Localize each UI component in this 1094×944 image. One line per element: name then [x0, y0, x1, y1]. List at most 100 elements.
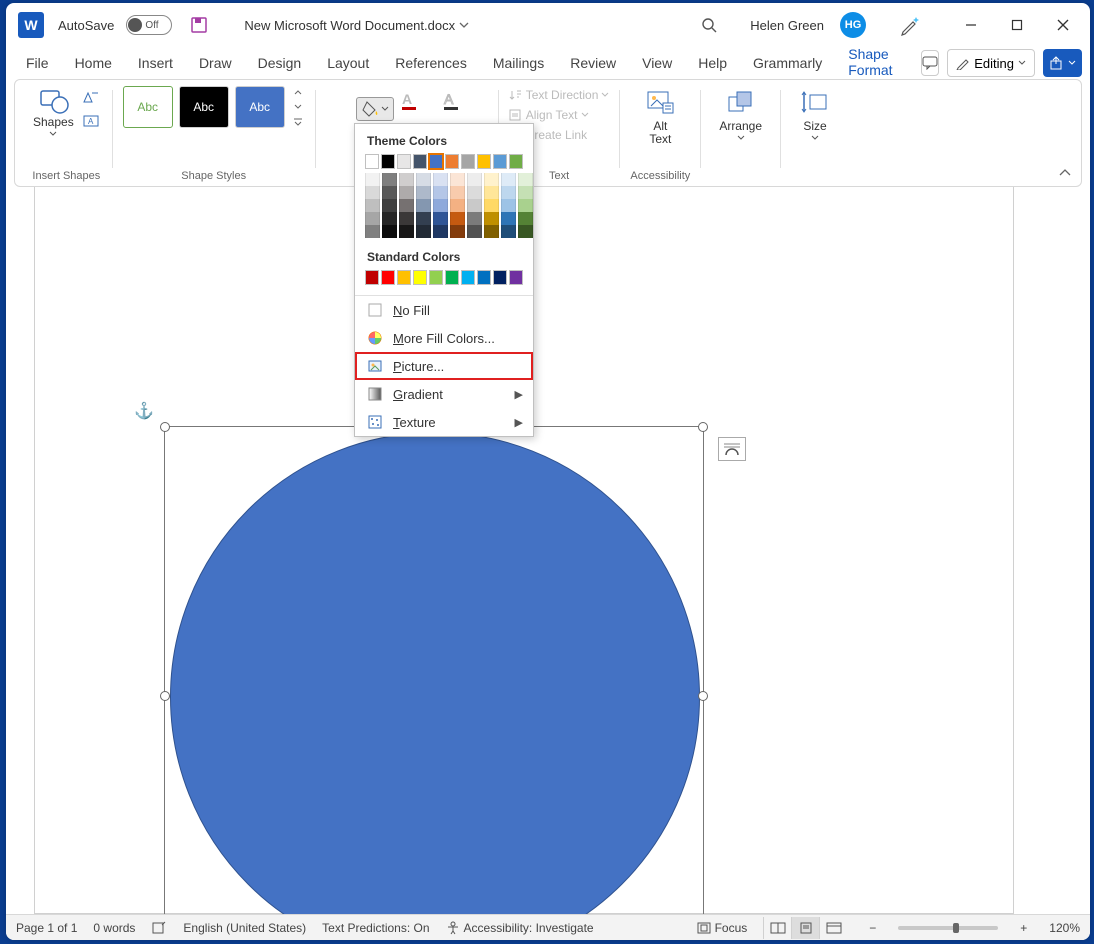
theme-color-swatch[interactable]: [416, 173, 431, 186]
theme-color-swatch[interactable]: [365, 199, 380, 212]
minimize-button[interactable]: [948, 5, 994, 45]
tab-view[interactable]: View: [630, 49, 684, 77]
editing-mode-button[interactable]: Editing: [947, 49, 1035, 77]
alt-text-button[interactable]: Alt Text: [636, 86, 684, 146]
theme-color-swatch[interactable]: [450, 173, 465, 186]
theme-color-swatch[interactable]: [399, 186, 414, 199]
theme-color-swatch[interactable]: [382, 186, 397, 199]
theme-color-swatch[interactable]: [467, 212, 482, 225]
document-canvas[interactable]: ⚓: [6, 187, 1090, 914]
standard-color-swatch[interactable]: [509, 270, 523, 285]
theme-color-swatch[interactable]: [382, 173, 397, 186]
shape-fill-button[interactable]: [356, 97, 394, 121]
tab-home[interactable]: Home: [63, 49, 124, 77]
theme-color-swatch[interactable]: [416, 225, 431, 238]
anchor-icon[interactable]: ⚓: [134, 401, 154, 421]
word-count[interactable]: 0 words: [93, 921, 135, 935]
shape-selection[interactable]: [164, 426, 704, 914]
theme-color-swatch[interactable]: [433, 212, 448, 225]
theme-color-swatch[interactable]: [467, 186, 482, 199]
theme-color-swatch[interactable]: [445, 154, 459, 169]
document-title[interactable]: New Microsoft Word Document.docx: [244, 18, 469, 33]
theme-color-swatch[interactable]: [467, 199, 482, 212]
theme-color-swatch[interactable]: [501, 212, 516, 225]
print-layout-button[interactable]: [791, 917, 819, 939]
tab-help[interactable]: Help: [686, 49, 739, 77]
theme-color-swatch[interactable]: [416, 186, 431, 199]
maximize-button[interactable]: [994, 5, 1040, 45]
standard-color-swatch[interactable]: [413, 270, 427, 285]
theme-color-swatch[interactable]: [365, 212, 380, 225]
theme-color-swatch[interactable]: [484, 186, 499, 199]
spellcheck-icon[interactable]: [151, 921, 167, 935]
share-button[interactable]: [1043, 49, 1082, 77]
theme-color-swatch[interactable]: [365, 225, 380, 238]
edit-shape-button[interactable]: [80, 86, 102, 108]
align-text-button[interactable]: Align Text: [509, 108, 589, 122]
theme-color-swatch[interactable]: [484, 173, 499, 186]
theme-color-swatch[interactable]: [433, 199, 448, 212]
theme-color-swatch[interactable]: [399, 212, 414, 225]
tab-mailings[interactable]: Mailings: [481, 49, 556, 77]
zoom-out-button[interactable]: −: [863, 921, 882, 935]
zoom-thumb[interactable]: [953, 923, 959, 933]
comments-button[interactable]: [921, 50, 940, 76]
theme-color-swatch[interactable]: [467, 173, 482, 186]
resize-handle-nw[interactable]: [160, 422, 170, 432]
tab-file[interactable]: File: [14, 49, 61, 77]
style-scroll-up[interactable]: [291, 86, 305, 98]
theme-color-swatch[interactable]: [518, 212, 533, 225]
standard-color-swatch[interactable]: [493, 270, 507, 285]
arrange-button[interactable]: Arrange: [711, 86, 770, 141]
theme-color-swatch[interactable]: [413, 154, 427, 169]
focus-mode-button[interactable]: Focus: [697, 921, 748, 935]
text-predictions[interactable]: Text Predictions: On: [322, 921, 429, 935]
no-fill-option[interactable]: No Fill: [355, 296, 533, 324]
theme-color-swatch[interactable]: [382, 212, 397, 225]
standard-color-swatch[interactable]: [477, 270, 491, 285]
avatar[interactable]: HG: [840, 12, 866, 38]
theme-color-swatch[interactable]: [484, 199, 499, 212]
theme-color-swatch[interactable]: [433, 225, 448, 238]
accessibility-status[interactable]: Accessibility: Investigate: [446, 921, 594, 935]
close-button[interactable]: [1040, 5, 1086, 45]
style-preset-2[interactable]: Abc: [179, 86, 229, 128]
theme-color-swatch[interactable]: [365, 173, 380, 186]
theme-color-swatch[interactable]: [518, 186, 533, 199]
ribbon-collapse-button[interactable]: [1059, 168, 1071, 178]
theme-color-swatch[interactable]: [467, 225, 482, 238]
theme-color-swatch[interactable]: [518, 199, 533, 212]
text-outline-button[interactable]: A: [442, 90, 466, 112]
theme-color-swatch[interactable]: [493, 154, 507, 169]
text-fill-button[interactable]: A: [400, 90, 424, 112]
theme-color-swatch[interactable]: [450, 186, 465, 199]
theme-color-swatch[interactable]: [399, 225, 414, 238]
resize-handle-w[interactable]: [160, 691, 170, 701]
theme-color-swatch[interactable]: [433, 173, 448, 186]
gradient-fill-option[interactable]: Gradient ▶: [355, 380, 533, 408]
page-indicator[interactable]: Page 1 of 1: [16, 921, 77, 935]
style-gallery-expand[interactable]: [291, 116, 305, 128]
theme-color-swatch[interactable]: [484, 225, 499, 238]
oval-shape[interactable]: [170, 432, 700, 914]
tab-references[interactable]: References: [383, 49, 479, 77]
autosave-toggle[interactable]: Off: [126, 15, 172, 35]
theme-color-swatch[interactable]: [433, 186, 448, 199]
standard-color-swatch[interactable]: [461, 270, 475, 285]
theme-color-swatch[interactable]: [381, 154, 395, 169]
theme-color-swatch[interactable]: [484, 212, 499, 225]
style-preset-3[interactable]: Abc: [235, 86, 285, 128]
text-box-button[interactable]: A: [80, 110, 102, 132]
theme-color-swatch[interactable]: [501, 173, 516, 186]
theme-color-swatch[interactable]: [365, 154, 379, 169]
theme-color-swatch[interactable]: [382, 199, 397, 212]
theme-color-swatch[interactable]: [501, 199, 516, 212]
theme-color-swatch[interactable]: [382, 225, 397, 238]
tab-design[interactable]: Design: [246, 49, 314, 77]
read-mode-button[interactable]: [763, 917, 791, 939]
theme-color-swatch[interactable]: [518, 225, 533, 238]
style-scroll-down[interactable]: [291, 101, 305, 113]
zoom-in-button[interactable]: +: [1014, 921, 1033, 935]
tab-review[interactable]: Review: [558, 49, 628, 77]
theme-color-swatch[interactable]: [450, 225, 465, 238]
